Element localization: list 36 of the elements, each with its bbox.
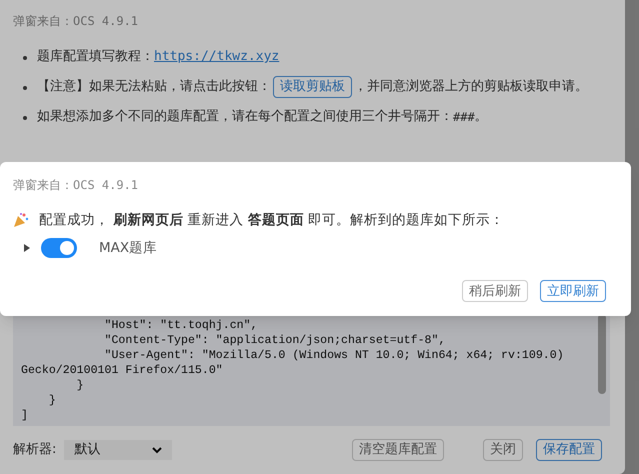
tutorial-link[interactable]: https://tkwz.xyz [154,44,280,70]
code-line: "Host": "tt.toqhj.cn", [103,318,258,333]
refresh-later-button[interactable]: 稍后刷新 [462,280,528,302]
expand-caret-icon[interactable] [23,244,31,252]
dialog-title: 弹窗来自：OCS 4.9.1 [13,177,140,194]
party-popper-icon [13,212,29,228]
code-line: Gecko/20100101 Firefox/115.0" [21,363,223,378]
scrollbar[interactable] [598,314,606,394]
note-text: 。 [474,108,488,126]
clear-config-button[interactable]: 清空题库配置 [352,439,444,461]
code-line: } [48,393,56,408]
code-line: "Content-Type": "application/json;charset=utf-8", [103,333,446,348]
question-bank-label: MAX题库 [99,239,158,258]
read-clipboard-button[interactable]: 读取剪贴板 [273,76,352,98]
bullet-icon [23,56,27,60]
parser-select[interactable]: 默认 [64,440,172,460]
toggle-switch[interactable] [41,238,77,258]
save-config-button[interactable]: 保存配置 [536,439,602,461]
refresh-now-button[interactable]: 立即刷新 [540,280,606,302]
note-text: 如果想添加多个不同的题库配置，请在每个配置之间使用三个井号隔开： [37,108,453,126]
code-line: } [76,378,84,393]
note-text: 请。 [562,78,588,96]
note-text: 【注意】如果无法粘贴，请点击此按钮： [37,78,271,96]
close-button[interactable]: 关闭 [483,439,523,461]
code-line: ] [21,408,28,423]
bullet-icon [23,116,27,120]
success-message: 配置成功， 刷新网页后 重新进入 答题页面 即可。解析到的题库如下所示： [39,211,504,230]
note-text: ，并同意浏览器上方的剪贴板读取申 [354,78,562,96]
note-text: 题库配置填写教程： [37,48,154,66]
parser-label: 解析器: [13,441,56,460]
bullet-icon [23,86,27,90]
code-editor[interactable]: "Host": "tt.toqhj.cn", "Content-Type": "application/json;charset=utf-8", "User-Agent": "Mozilla/5.0 (Windows NT 10.0; Win64; x64; rv:109.0) Gecko/20100101 Firefox/115.0" } } ] [13,314,610,426]
dialog-title: 弹窗来自：OCS 4.9.1 [13,13,140,30]
code-text: ### [453,109,475,126]
code-line: "User-Agent": "Mozilla/5.0 (Windows NT 10.0; Win64; x64; rv:109.0) [103,348,564,363]
chevron-down-icon [152,446,162,454]
